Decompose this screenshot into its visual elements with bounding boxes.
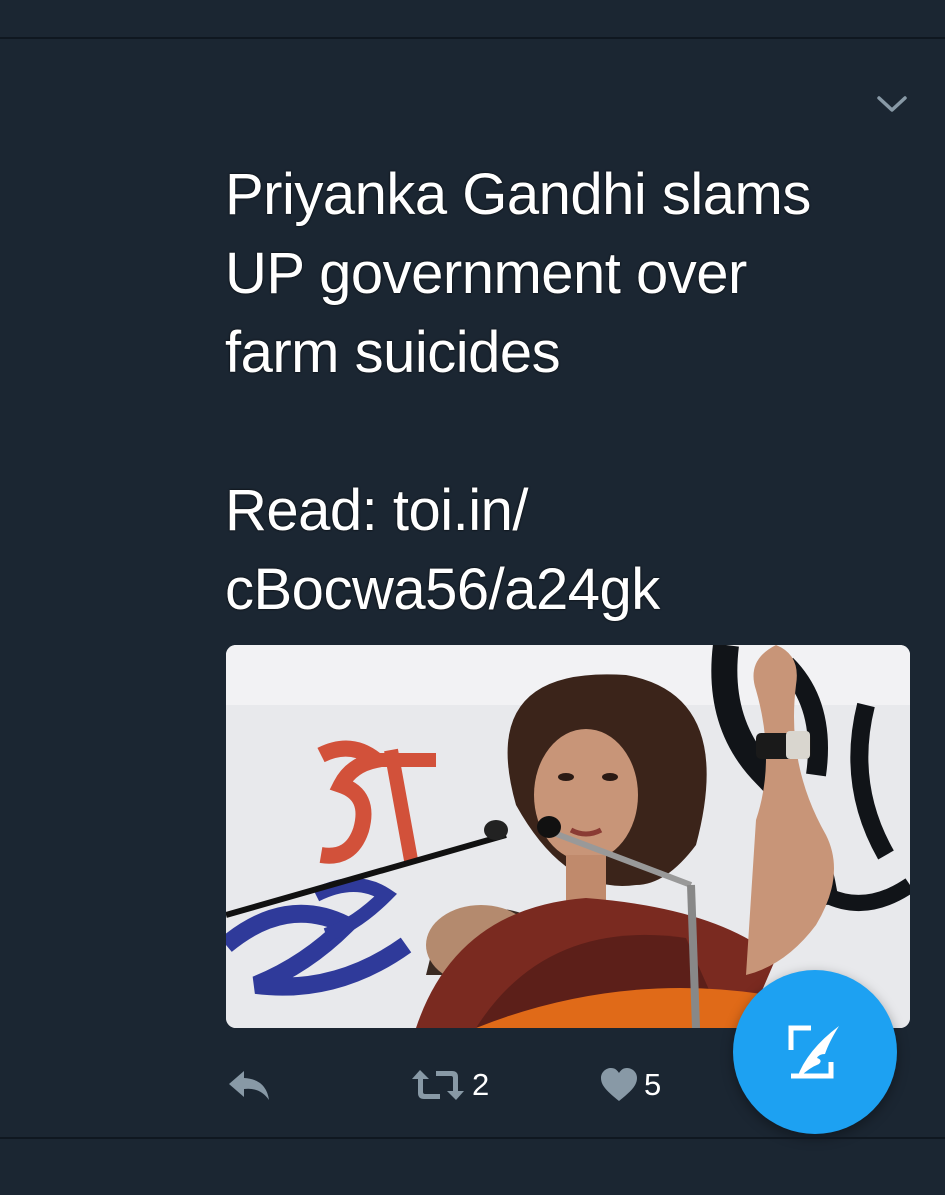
chevron-down-icon xyxy=(877,96,907,112)
retweet-count: 2 xyxy=(472,1067,490,1102)
retweet-icon xyxy=(412,1070,464,1100)
heart-icon xyxy=(601,1068,637,1101)
compose-tweet-button[interactable] xyxy=(733,970,897,1134)
tweet-menu-button[interactable] xyxy=(872,88,912,120)
tweet-divider xyxy=(0,1137,945,1139)
compose-tweet-icon xyxy=(788,1025,839,1079)
tweet-text: Priyanka Gandhi slams UP government over… xyxy=(225,162,811,622)
previous-tweet-edge xyxy=(0,0,945,38)
next-tweet-text-peek xyxy=(225,1165,925,1195)
retweet-button[interactable]: 2 xyxy=(410,1055,489,1115)
reply-icon xyxy=(229,1071,269,1100)
like-button[interactable]: 5 xyxy=(600,1055,661,1115)
reply-button[interactable] xyxy=(226,1055,272,1115)
tweet-divider xyxy=(0,37,945,39)
like-count: 5 xyxy=(644,1067,662,1102)
